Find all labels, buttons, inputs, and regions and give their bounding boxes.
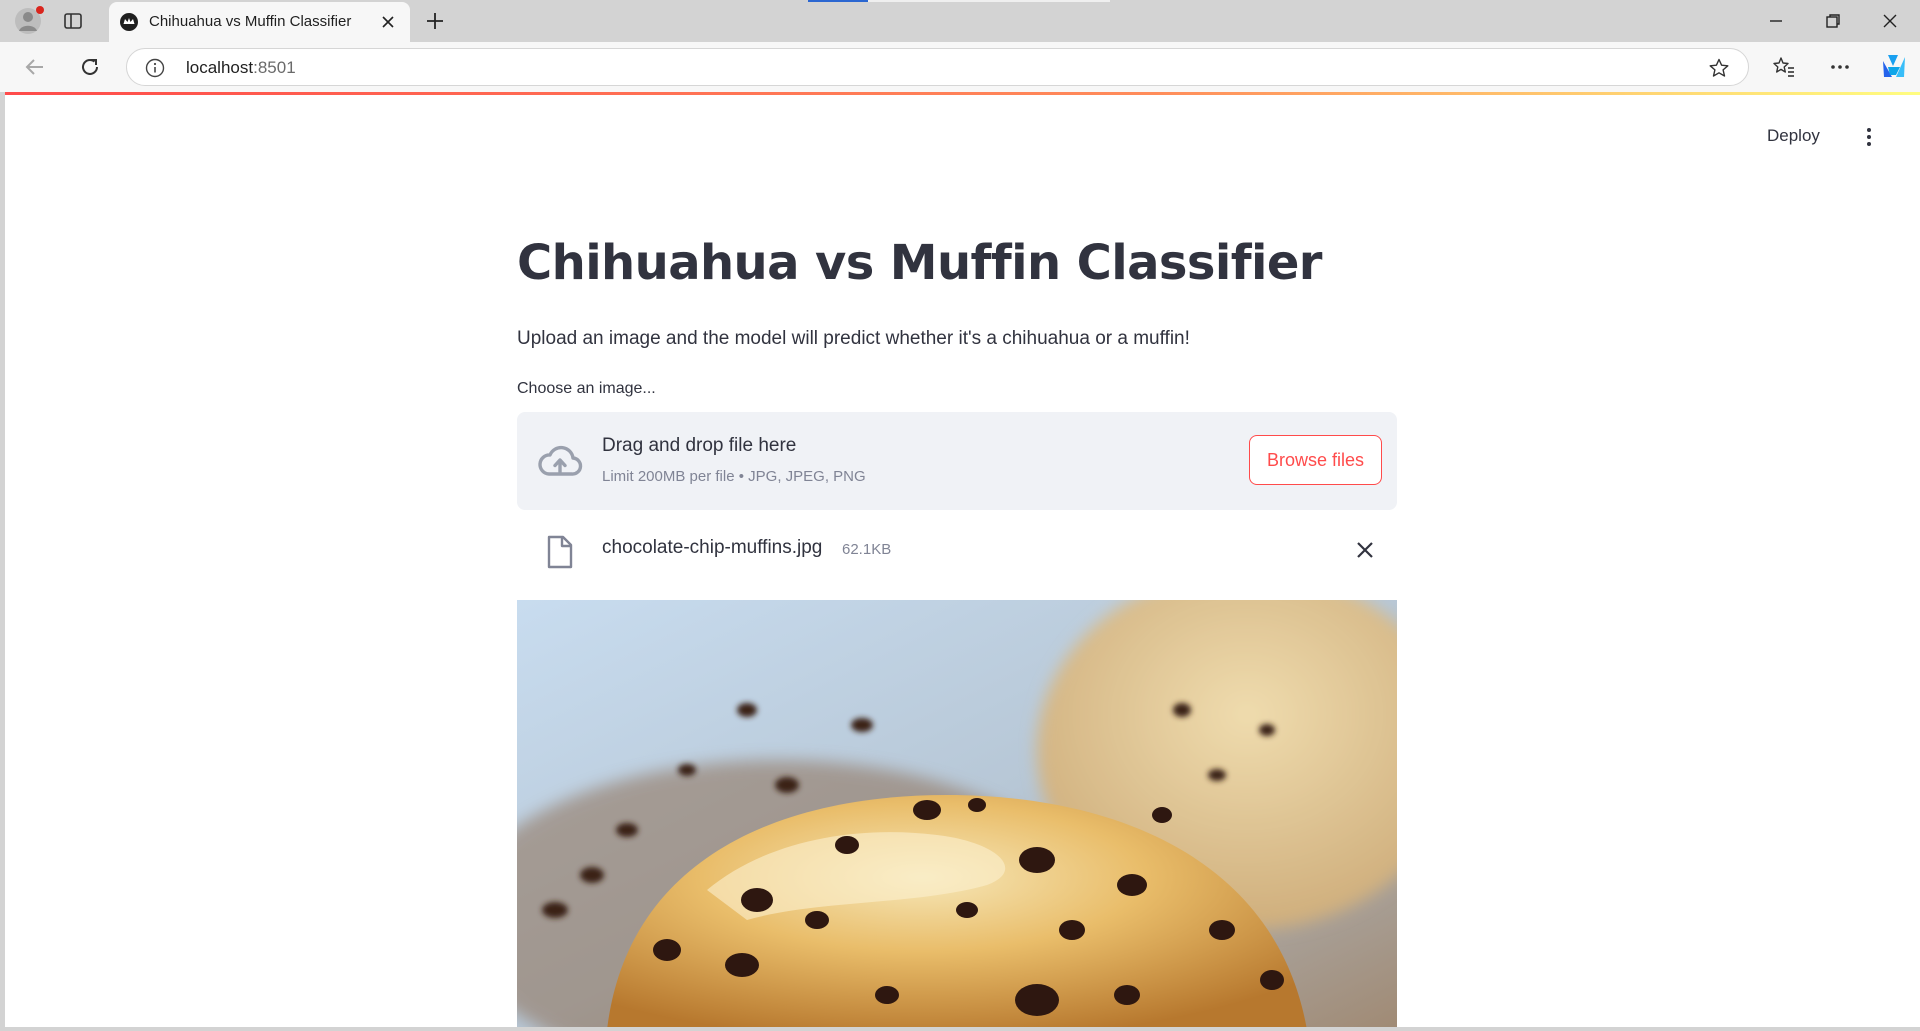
browser-tab-active[interactable]: Chihuahua vs Muffin Classifier [109,2,410,42]
url-text: localhost:8501 [186,58,296,78]
new-tab-icon[interactable] [424,10,446,32]
browse-files-button[interactable]: Browse files [1249,435,1382,485]
main-menu-icon[interactable] [1858,126,1880,148]
notification-dot [36,6,44,14]
page-subtitle: Upload an image and the model will predi… [517,328,1190,349]
tab-actions-icon[interactable] [62,10,84,32]
minimize-icon[interactable] [1765,10,1787,32]
uploaded-file-row: chocolate-chip-muffins.jpg 62.1KB [517,525,1397,575]
site-info-icon[interactable] [145,58,165,78]
uploaded-file-name: chocolate-chip-muffins.jpg [602,537,823,558]
uploaded-image-preview [517,600,1397,1027]
muffin-photo [517,600,1397,1027]
reload-icon[interactable] [77,54,103,80]
page-title: Chihuahua vs Muffin Classifier [517,235,1322,291]
url-host: localhost [186,58,254,77]
more-options-icon[interactable] [1827,54,1853,80]
back-arrow-icon[interactable] [22,54,48,80]
favorites-icon[interactable] [1771,54,1797,80]
app-viewport: Deploy Chihuahua vs Muffin Classifier Up… [5,92,1920,1027]
deploy-button[interactable]: Deploy [1767,126,1820,146]
dropzone-title: Drag and drop file here [602,435,797,456]
copilot-icon[interactable] [1879,51,1909,81]
tab-title: Chihuahua vs Muffin Classifier [149,13,352,30]
browser-titlebar: Chihuahua vs Muffin Classifier [0,0,1920,42]
remove-file-icon[interactable] [1355,540,1375,560]
titlebar-accent [808,0,868,2]
titlebar-accent-light [868,0,1110,2]
close-window-icon[interactable] [1879,10,1901,32]
url-port: :8501 [253,58,296,77]
file-uploader-label: Choose an image... [517,380,656,397]
app-decoration-bar [5,92,1920,95]
close-tab-icon[interactable] [379,13,397,31]
browser-toolbar: localhost:8501 [0,42,1920,92]
file-dropzone[interactable]: Drag and drop file here Limit 200MB per … [517,412,1397,510]
address-bar[interactable]: localhost:8501 [126,48,1749,86]
favorite-star-icon[interactable] [1708,57,1730,79]
streamlit-favicon-icon [120,13,138,31]
uploaded-file-size: 62.1KB [842,541,892,558]
window-bottom-edge [0,1027,1920,1031]
cloud-upload-icon [538,445,583,476]
restore-icon[interactable] [1822,10,1844,32]
file-icon [547,535,573,569]
dropzone-limit-text: Limit 200MB per file • JPG, JPEG, PNG [602,468,866,485]
